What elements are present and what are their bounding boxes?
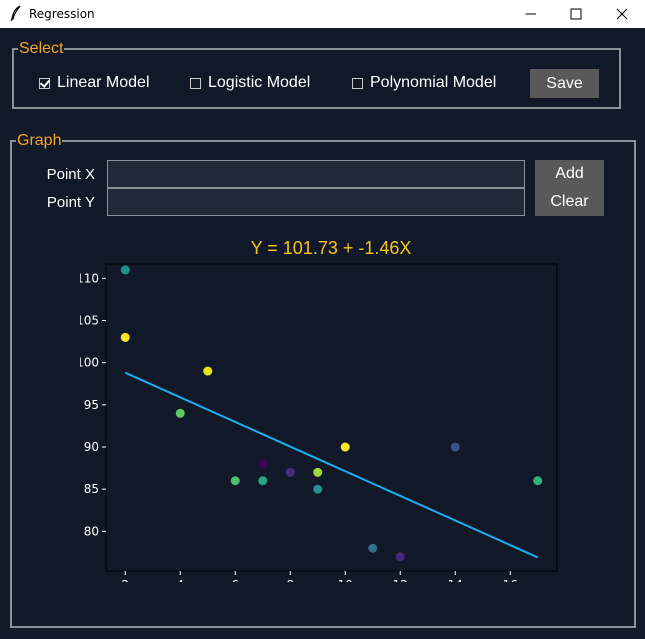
y-tick-label: 80 <box>84 524 99 538</box>
point-x-label: Point X <box>46 166 95 183</box>
y-tick-label: 105 <box>80 314 99 328</box>
point-y-input[interactable] <box>107 188 525 216</box>
title-bar: Regression <box>0 0 645 28</box>
add-button[interactable]: Add <box>535 160 604 188</box>
x-tick-label: 14 <box>448 578 463 582</box>
scatter-plot: 2 4 6 8 10 12 14 16 80 85 90 95 100 105 110 <box>80 263 558 582</box>
polynomial-model-checkbox[interactable]: Polynomial Model <box>352 73 496 93</box>
checkbox-unchecked-icon <box>352 77 363 89</box>
close-icon <box>616 8 628 20</box>
graph-legend: Graph <box>16 132 63 150</box>
logistic-model-label: Logistic Model <box>208 74 311 91</box>
maximize-icon <box>570 8 582 20</box>
close-button[interactable] <box>599 0 645 28</box>
chart-title: Y = 101.73 + -1.46X <box>250 238 412 258</box>
feather-icon <box>10 5 21 21</box>
checkbox-checked-icon <box>39 77 50 89</box>
data-point <box>533 476 543 486</box>
maximize-button[interactable] <box>553 0 599 28</box>
data-point <box>395 552 405 562</box>
window-title: Regression <box>29 7 95 21</box>
data-point <box>258 476 268 486</box>
x-tick-label: 4 <box>176 578 184 582</box>
point-x-input[interactable] <box>107 160 525 188</box>
x-tick-label: 2 <box>121 578 129 582</box>
x-tick-label: 16 <box>503 578 518 582</box>
y-tick-label: 85 <box>84 482 99 496</box>
data-point <box>230 476 240 486</box>
data-point <box>120 332 130 342</box>
data-point <box>450 442 460 452</box>
data-point <box>285 467 295 477</box>
data-point <box>313 467 323 477</box>
checkbox-unchecked-icon <box>190 77 201 89</box>
y-tick-label: 95 <box>84 398 99 412</box>
x-tick-label: 8 <box>286 578 294 582</box>
polynomial-model-label: Polynomial Model <box>370 74 497 91</box>
x-tick-label: 10 <box>338 578 353 582</box>
logistic-model-checkbox[interactable]: Logistic Model <box>190 73 310 93</box>
data-point <box>258 459 268 469</box>
minimize-icon <box>525 13 536 15</box>
data-point <box>368 543 378 553</box>
linear-model-label: Linear Model <box>57 74 150 91</box>
y-tick-label: 90 <box>84 440 99 454</box>
y-tick-label: 100 <box>80 356 99 370</box>
data-point <box>175 408 185 418</box>
data-point <box>313 484 323 494</box>
point-y-label: Point Y <box>46 194 95 211</box>
save-button[interactable]: Save <box>530 69 599 98</box>
linear-model-checkbox[interactable]: Linear Model <box>39 73 150 93</box>
minimize-button[interactable] <box>508 0 554 28</box>
plot-area <box>105 263 558 572</box>
y-tick-label: 110 <box>80 271 99 285</box>
x-tick-label: 6 <box>231 578 239 582</box>
clear-button[interactable]: Clear <box>535 188 604 216</box>
data-point <box>340 442 350 452</box>
data-point <box>120 265 130 275</box>
select-legend: Select <box>18 40 65 58</box>
x-tick-label: 12 <box>393 578 408 582</box>
data-point <box>203 366 213 376</box>
